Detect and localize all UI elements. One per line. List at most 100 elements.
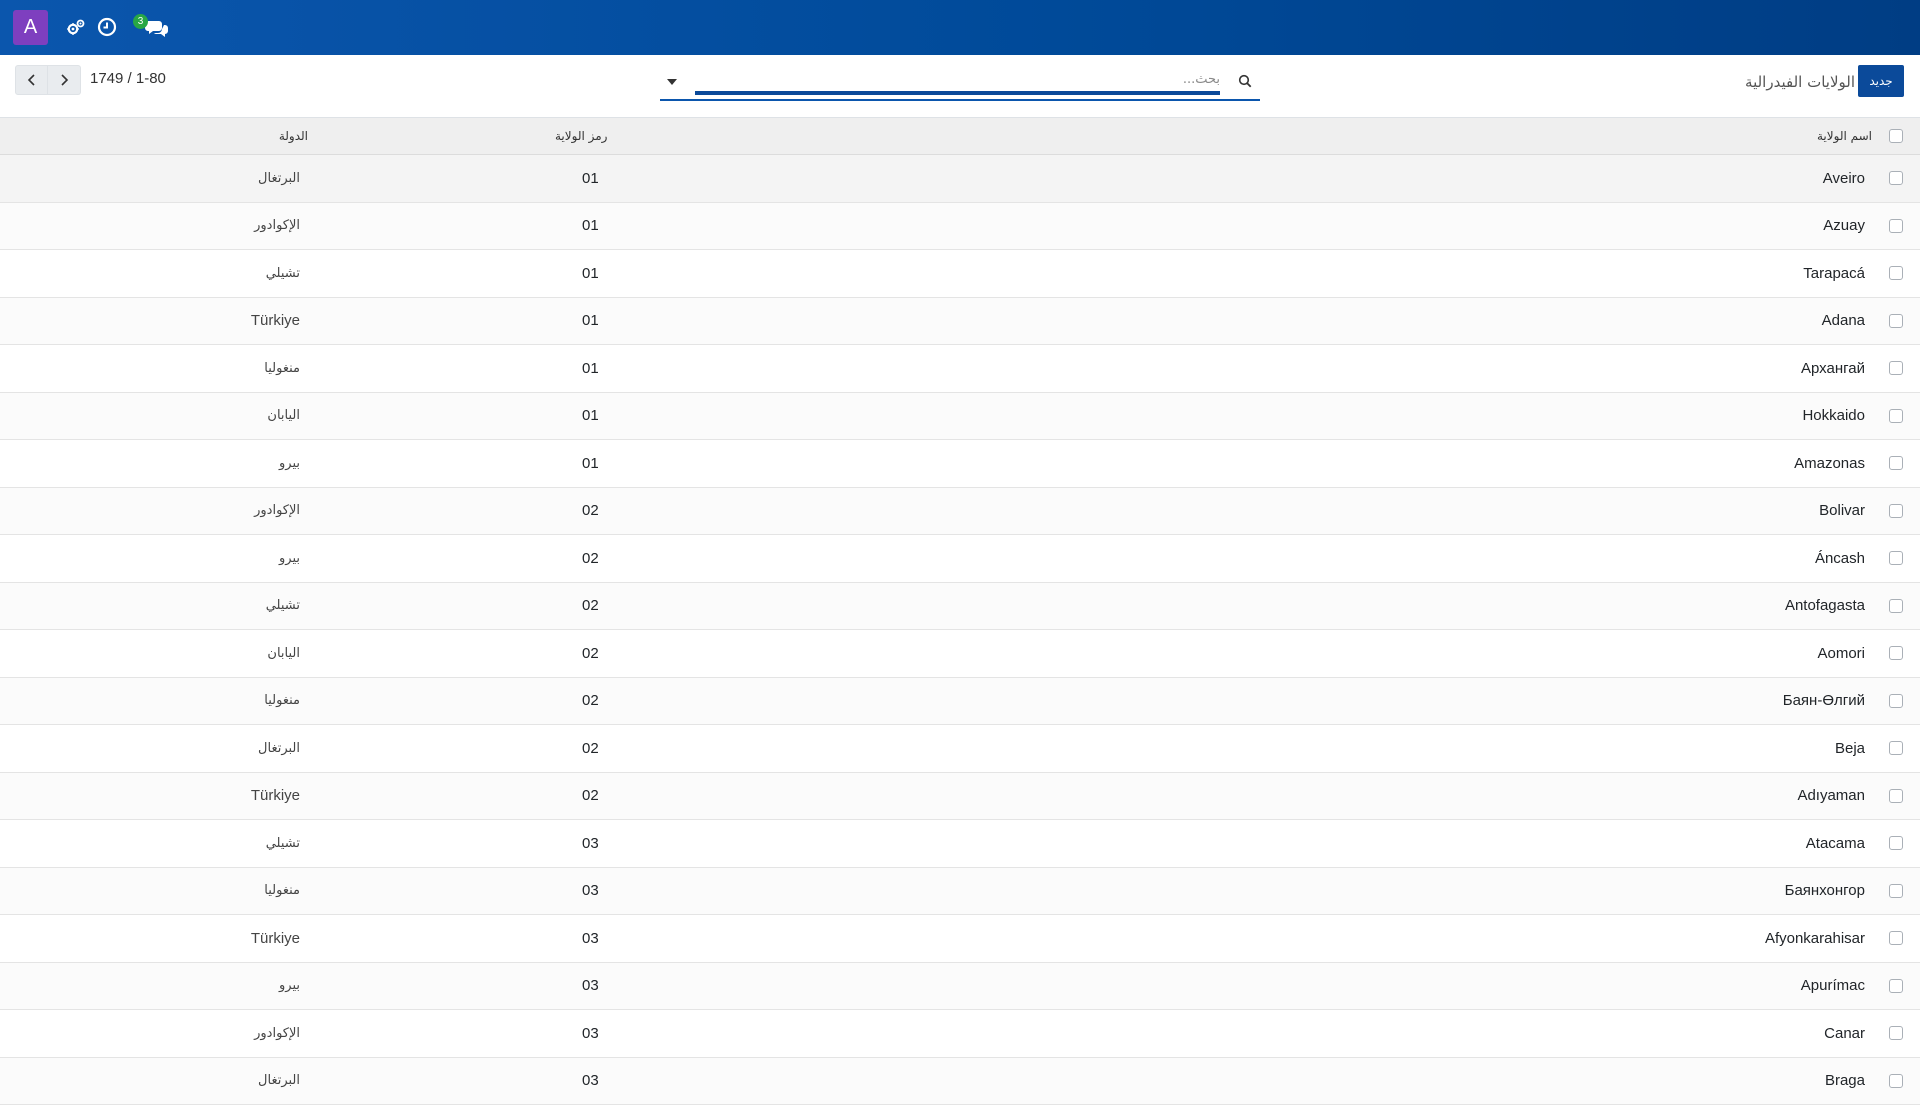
country-cell: تشيلي	[266, 250, 300, 297]
row-select-cell	[1888, 725, 1904, 772]
row-checkbox[interactable]	[1889, 361, 1903, 375]
clock-icon[interactable]	[96, 16, 118, 38]
table-row[interactable]: Aveiro01البرتغال	[0, 155, 1920, 203]
new-button[interactable]: جديد	[1858, 65, 1904, 97]
column-header-country[interactable]: الدولة	[279, 118, 308, 154]
country-cell: اليابان	[267, 393, 300, 440]
table-row[interactable]: Afyonkarahisar03Türkiye	[0, 915, 1920, 963]
state-code-cell: 02	[582, 535, 599, 582]
state-code-cell: 02	[582, 678, 599, 725]
table-row[interactable]: Архангай01منغوليا	[0, 345, 1920, 393]
state-code-cell: 01	[582, 250, 599, 297]
pager-previous-button[interactable]	[15, 65, 48, 95]
state-name-cell: Apurímac	[1801, 963, 1865, 1010]
row-checkbox[interactable]	[1889, 741, 1903, 755]
country-cell: بيرو	[279, 963, 300, 1010]
control-panel: 1749 / 1-80 الولايات الفيدرالية جديد	[0, 55, 1920, 117]
state-code-cell: 01	[582, 155, 599, 202]
state-code-cell: 02	[582, 488, 599, 535]
state-name-cell: Aveiro	[1823, 155, 1865, 202]
state-name-cell: Beja	[1835, 725, 1865, 772]
table-row[interactable]: Tarapacá01تشيلي	[0, 250, 1920, 298]
state-name-cell: Adıyaman	[1797, 773, 1865, 820]
state-code-cell: 03	[582, 963, 599, 1010]
row-select-cell	[1888, 583, 1904, 630]
row-checkbox[interactable]	[1889, 1026, 1903, 1040]
row-checkbox[interactable]	[1889, 504, 1903, 518]
state-name-cell: Баянхонгор	[1785, 868, 1865, 915]
table-row[interactable]: Braga03البرتغال	[0, 1058, 1920, 1105]
state-code-cell: 02	[582, 773, 599, 820]
country-cell: بيرو	[279, 535, 300, 582]
table-row[interactable]: Amazonas01بيرو	[0, 440, 1920, 488]
pager-next-button[interactable]	[48, 65, 81, 95]
country-cell: الإكوادور	[254, 1010, 300, 1057]
table-row[interactable]: Adıyaman 02 Türkiye	[0, 773, 1920, 821]
table-row[interactable]: Adana01Türkiye	[0, 298, 1920, 346]
country-cell: بيرو	[279, 440, 300, 487]
row-checkbox[interactable]	[1889, 599, 1903, 613]
table-body: Aveiro01البرتغالAzuay01الإكوادورTarapacá…	[0, 155, 1920, 1105]
column-header-name[interactable]: اسم الولاية	[1817, 118, 1872, 154]
state-code-cell: 02	[582, 630, 599, 677]
table-row[interactable]: Canar03الإكوادور	[0, 1010, 1920, 1058]
table-row[interactable]: Antofagasta02تشيلي	[0, 583, 1920, 631]
row-checkbox[interactable]	[1889, 836, 1903, 850]
state-code-cell: 03	[582, 1010, 599, 1057]
row-select-cell	[1888, 155, 1904, 202]
table-row[interactable]: Beja02البرتغال	[0, 725, 1920, 773]
row-select-cell	[1888, 915, 1904, 962]
select-all-cell	[1888, 118, 1904, 154]
row-checkbox[interactable]	[1889, 219, 1903, 233]
table-row[interactable]: Apurímac 03 بيرو	[0, 963, 1920, 1011]
row-select-cell	[1888, 488, 1904, 535]
table-row[interactable]: Atacama03تشيلي	[0, 820, 1920, 868]
state-code-cell: 03	[582, 820, 599, 867]
row-checkbox[interactable]	[1889, 266, 1903, 280]
row-checkbox[interactable]	[1889, 789, 1903, 803]
row-select-cell	[1888, 630, 1904, 677]
caret-down-icon[interactable]	[666, 78, 678, 86]
row-checkbox[interactable]	[1889, 646, 1903, 660]
row-checkbox[interactable]	[1889, 979, 1903, 993]
row-checkbox[interactable]	[1889, 456, 1903, 470]
state-code-cell: 01	[582, 393, 599, 440]
table-row[interactable]: Bolivar02الإكوادور	[0, 488, 1920, 536]
pager-value[interactable]: 1749 / 1-80	[90, 70, 166, 87]
search-input[interactable]	[695, 67, 1220, 95]
row-checkbox[interactable]	[1889, 1074, 1903, 1088]
country-cell: الإكوادور	[254, 488, 300, 535]
row-checkbox[interactable]	[1889, 171, 1903, 185]
row-select-cell	[1888, 203, 1904, 250]
table-row[interactable]: Azuay01الإكوادور	[0, 203, 1920, 251]
state-name-cell: Antofagasta	[1785, 583, 1865, 630]
table-row[interactable]: Баянхонгор03منغوليا	[0, 868, 1920, 916]
select-all-checkbox[interactable]	[1889, 129, 1903, 143]
row-checkbox[interactable]	[1889, 884, 1903, 898]
country-cell: تشيلي	[266, 583, 300, 630]
search-bar	[660, 63, 1260, 101]
row-select-cell	[1888, 1010, 1904, 1057]
chat-badge: 3	[133, 14, 148, 29]
row-checkbox[interactable]	[1889, 931, 1903, 945]
column-header-code[interactable]: رمز الولاية	[555, 118, 607, 154]
table-row[interactable]: Aomori02اليابان	[0, 630, 1920, 678]
row-checkbox[interactable]	[1889, 551, 1903, 565]
row-checkbox[interactable]	[1889, 409, 1903, 423]
row-select-cell	[1888, 440, 1904, 487]
state-code-cell: 03	[582, 868, 599, 915]
state-name-cell: Adana	[1822, 298, 1865, 345]
table-row[interactable]: Hokkaido01اليابان	[0, 393, 1920, 441]
country-cell: Türkiye	[251, 773, 300, 820]
table-row[interactable]: Áncash 02 بيرو	[0, 535, 1920, 583]
state-code-cell: 01	[582, 440, 599, 487]
row-select-cell	[1888, 820, 1904, 867]
table-row[interactable]: Баян-Өлгий02منغوليا	[0, 678, 1920, 726]
state-name-cell: Áncash	[1815, 535, 1865, 582]
user-avatar[interactable]: A	[13, 10, 48, 45]
chevron-left-icon	[25, 73, 39, 87]
row-checkbox[interactable]	[1889, 694, 1903, 708]
row-checkbox[interactable]	[1889, 314, 1903, 328]
settings-gears-icon[interactable]	[65, 16, 87, 38]
country-cell: الإكوادور	[254, 203, 300, 250]
